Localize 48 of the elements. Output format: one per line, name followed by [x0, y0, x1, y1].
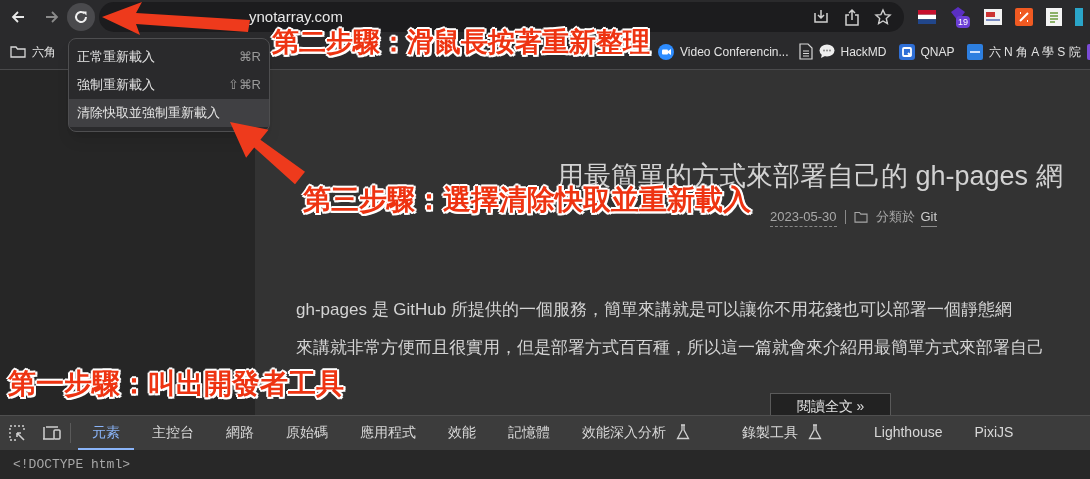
folder-icon [10, 45, 26, 58]
paragraph-line: 來講就非常方便而且很實用，但是部署方式百百種，所以這一篇就會來介紹用最簡單方式來部署自己 [296, 337, 1045, 359]
devtools-tab[interactable]: PixiJS [960, 416, 1028, 450]
bookmark-label[interactable]: 六角 [32, 42, 56, 61]
share-icon[interactable] [844, 8, 860, 26]
reload-button[interactable] [67, 3, 95, 31]
menu-item[interactable]: 強制重新載入 ⇧⌘R [69, 71, 269, 99]
install-icon[interactable] [812, 8, 830, 26]
source-code-line: <!DOCTYPE html> [13, 455, 131, 474]
bookmark-label[interactable]: 六 N 角 A 學 S 院 [988, 42, 1081, 61]
speech-bubble-icon [818, 44, 835, 59]
paragraph-line: gh-pages 是 GitHub 所提供的一個服務，簡單來講就是可以讓你不用花錢也可以部署一個靜態網 [296, 299, 1013, 321]
devtools-tab[interactable]: 記憶體 [494, 416, 564, 450]
badge: 19 [956, 16, 970, 28]
devtools-tab[interactable]: 主控台 [138, 416, 208, 450]
reload-icon [73, 9, 89, 25]
devtools-tab[interactable]: Lighthouse [860, 416, 957, 450]
card-icon[interactable] [984, 9, 1002, 25]
annotation-text: 第一步驟：叫出開發者工具 [8, 367, 344, 401]
url-text: ynotarray.com [249, 6, 343, 27]
devtools-tab[interactable]: 效能 [434, 416, 490, 450]
bookmark-label[interactable]: QNAP [920, 42, 955, 61]
star-icon[interactable] [874, 8, 892, 26]
q-logo-icon [898, 43, 915, 60]
menu-item[interactable]: 正常重新載入 ⌘R [69, 43, 269, 71]
post-date: 2023-05-30 [770, 206, 837, 227]
dsm-logo-icon [966, 43, 983, 60]
devtools-tab[interactable]: 錄製工具 [728, 416, 856, 450]
percent-icon[interactable] [1015, 8, 1033, 26]
device-icon[interactable] [42, 425, 62, 441]
folder-icon [853, 210, 868, 223]
devtools-tab[interactable]: 效能深入分析 [568, 416, 724, 450]
menu-item[interactable]: 清除快取並強制重新載入 [69, 99, 269, 127]
flag-icon[interactable] [918, 10, 936, 24]
category-label: 分類於 [875, 208, 915, 226]
video-icon [658, 43, 674, 60]
document-icon [798, 43, 813, 60]
inspect-icon[interactable] [8, 424, 26, 442]
extension-button[interactable]: 19 [949, 6, 971, 28]
devtools-tab[interactable]: 應用程式 [346, 416, 430, 450]
back-icon[interactable] [10, 9, 26, 25]
forward-icon[interactable] [44, 9, 60, 25]
devtools-tab[interactable]: 網路 [212, 416, 268, 450]
read-more-button[interactable]: 閱讀全文 » [770, 393, 891, 415]
bookmark-label[interactable]: HackMD [840, 42, 887, 61]
category-link[interactable]: Git [920, 206, 938, 227]
devtools-tab[interactable]: 原始碼 [272, 416, 342, 450]
bookmark-label[interactable]: Video Conferencin... [680, 42, 789, 61]
